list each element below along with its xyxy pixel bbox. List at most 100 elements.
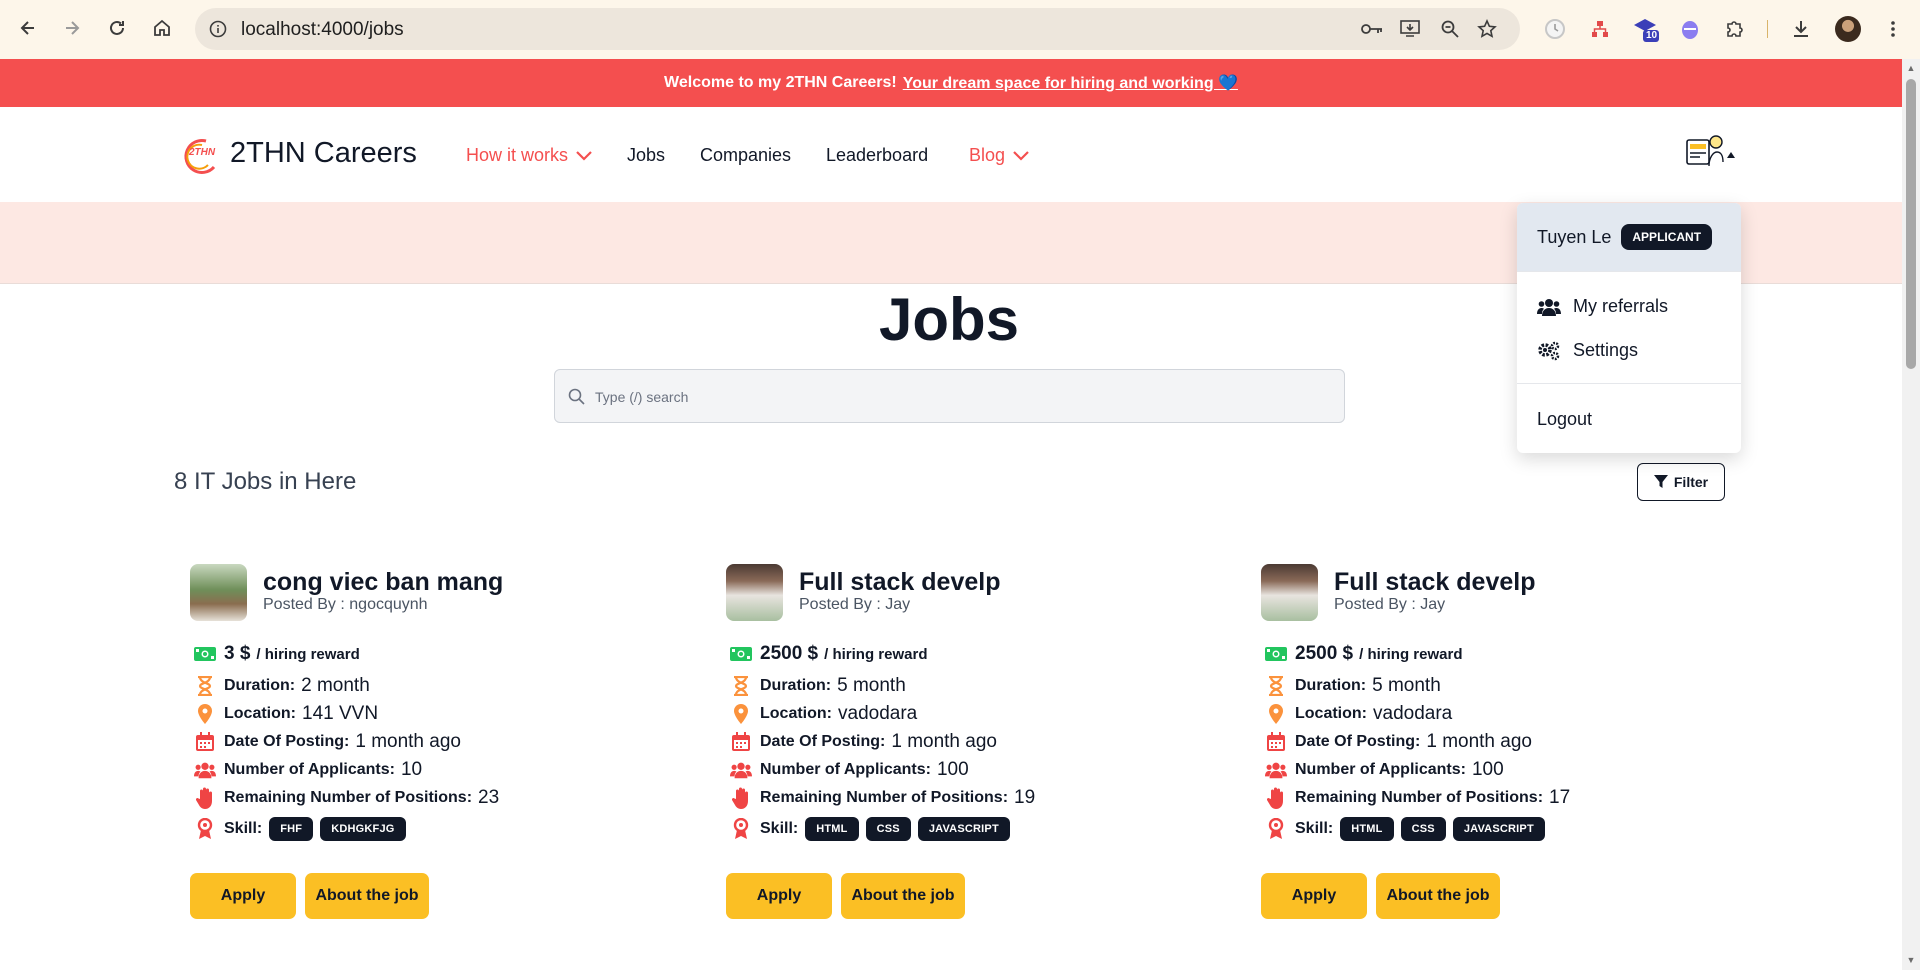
job-skills: Skill: FHF KDHGKFJG [194, 817, 406, 841]
field-label: Location: [1295, 705, 1367, 722]
job-title[interactable]: Full stack develp [1334, 568, 1535, 597]
search-box[interactable] [554, 369, 1345, 423]
search-input[interactable] [595, 384, 1295, 410]
puzzle-extensions-icon[interactable] [1722, 16, 1748, 42]
zoom-icon[interactable] [1438, 18, 1462, 40]
filter-button[interactable]: Filter [1637, 463, 1725, 501]
about-job-button[interactable]: About the job [1376, 873, 1500, 919]
hiring-reward: 2500 $ / hiring reward [730, 643, 927, 665]
field-value: 23 [478, 787, 500, 808]
user-info: Tuyen Le APPLICANT [1517, 203, 1741, 271]
field-label: Duration: [224, 677, 296, 694]
users-icon [194, 759, 216, 781]
dropdown-divider [1517, 271, 1741, 272]
logout-button[interactable]: Logout [1537, 409, 1592, 430]
apply-button[interactable]: Apply [726, 873, 832, 919]
hand-icon [730, 787, 752, 809]
bookmark-star-icon[interactable] [1475, 18, 1499, 40]
site-header: 2THN 2THN Careers How it works Jobs Comp… [0, 107, 1902, 202]
field-label: Skill: [1295, 820, 1334, 837]
user-menu-button[interactable] [1685, 132, 1743, 172]
skill-tag: JAVASCRIPT [917, 817, 1010, 841]
field-value: vadodara [838, 703, 918, 724]
banner-link[interactable]: Your dream space for hiring and working … [903, 73, 1238, 93]
money-icon [730, 643, 752, 665]
calendar-icon [1265, 731, 1287, 753]
install-app-icon[interactable] [1398, 18, 1422, 40]
page-scrollbar[interactable]: ▲ ▼ [1902, 59, 1920, 970]
address-bar[interactable]: localhost:4000/jobs [195, 8, 1520, 50]
logo-text: 2THN [189, 147, 216, 158]
job-poster: Posted By : Jay [1334, 596, 1446, 613]
field-label: Date Of Posting: [224, 733, 350, 750]
users-icon [730, 759, 752, 781]
password-key-icon[interactable] [1360, 18, 1384, 40]
hourglass-icon [194, 675, 216, 697]
scroll-thumb[interactable] [1906, 79, 1916, 369]
home-icon[interactable] [148, 14, 176, 42]
scroll-down-arrow-icon[interactable]: ▼ [1906, 955, 1916, 965]
job-title[interactable]: Full stack develp [799, 568, 1000, 597]
poster-avatar[interactable] [1261, 564, 1318, 621]
field-value: 100 [936, 759, 969, 780]
browser-profile-avatar[interactable] [1835, 16, 1861, 42]
job-skills: Skill: HTML CSS JAVASCRIPT [1265, 817, 1545, 841]
skill-tag: JAVASCRIPT [1452, 817, 1545, 841]
field-value: 5 month [1372, 675, 1441, 696]
money-icon [194, 643, 216, 665]
nav-blog[interactable]: Blog [969, 145, 1029, 166]
brand-name[interactable]: 2THN Careers [230, 137, 417, 170]
skill-tag: CSS [1400, 817, 1446, 841]
about-job-button[interactable]: About the job [305, 873, 429, 919]
browser-toolbar: localhost:4000/jobs 10 [0, 0, 1920, 59]
org-chart-extension-icon[interactable] [1587, 16, 1613, 42]
browser-menu-icon[interactable] [1880, 16, 1906, 42]
back-icon[interactable] [14, 14, 42, 42]
nav-jobs[interactable]: Jobs [627, 145, 665, 166]
job-applicants: Number of Applicants: 100 [1265, 759, 1504, 781]
graduation-cap-extension-icon[interactable]: 10 [1633, 16, 1659, 42]
apply-button[interactable]: Apply [190, 873, 296, 919]
banner-text: Welcome to my 2THN Careers! [664, 74, 897, 91]
forward-icon[interactable] [58, 14, 86, 42]
apply-button[interactable]: Apply [1261, 873, 1367, 919]
job-card: cong viec ban mang Posted By : ngocquynh 3… [190, 563, 710, 933]
field-label: Location: [760, 705, 832, 722]
award-icon [730, 818, 752, 840]
brand-logo[interactable]: 2THN [176, 135, 222, 175]
job-duration: Duration: 5 month [730, 675, 906, 697]
job-remaining: Remaining Number of Positions: 19 [730, 787, 1035, 809]
reload-icon[interactable] [103, 14, 131, 42]
job-title[interactable]: cong viec ban mang [263, 568, 503, 597]
field-label: Location: [224, 705, 296, 722]
job-remaining: Remaining Number of Positions: 23 [194, 787, 499, 809]
timer-extension-icon[interactable] [1542, 16, 1568, 42]
filter-icon [1653, 475, 1668, 488]
location-pin-icon [1265, 703, 1287, 725]
reward-value: 2500 $ [1295, 643, 1354, 664]
purple-extension-icon[interactable] [1677, 16, 1703, 42]
hourglass-icon [1265, 675, 1287, 697]
site-info-icon[interactable] [207, 18, 229, 40]
job-date: Date Of Posting: 1 month ago [194, 731, 461, 753]
nav-how-it-works[interactable]: How it works [466, 145, 592, 166]
nav-label: How it works [466, 145, 569, 165]
url-text[interactable]: localhost:4000/jobs [241, 19, 404, 41]
field-label: Date Of Posting: [760, 733, 886, 750]
nav-companies[interactable]: Companies [700, 145, 791, 166]
menu-item-settings[interactable]: Settings [1537, 340, 1638, 361]
field-label: Remaining Number of Positions: [760, 789, 1009, 806]
job-card: Full stack develp Posted By : Jay 2500 $ / … [726, 563, 1246, 933]
about-job-button[interactable]: About the job [841, 873, 965, 919]
download-icon[interactable] [1788, 16, 1814, 42]
field-label: Remaining Number of Positions: [1295, 789, 1544, 806]
scroll-up-arrow-icon[interactable]: ▲ [1906, 63, 1916, 73]
field-label: Number of Applicants: [224, 761, 395, 778]
poster-avatar[interactable] [726, 564, 783, 621]
nav-leaderboard[interactable]: Leaderboard [826, 145, 928, 166]
job-poster: Posted By : Jay [799, 596, 911, 613]
chevron-down-icon [1013, 150, 1029, 161]
job-location: Location: vadodara [1265, 703, 1452, 725]
poster-avatar[interactable] [190, 564, 247, 621]
menu-item-my-referrals[interactable]: My referrals [1537, 296, 1668, 317]
